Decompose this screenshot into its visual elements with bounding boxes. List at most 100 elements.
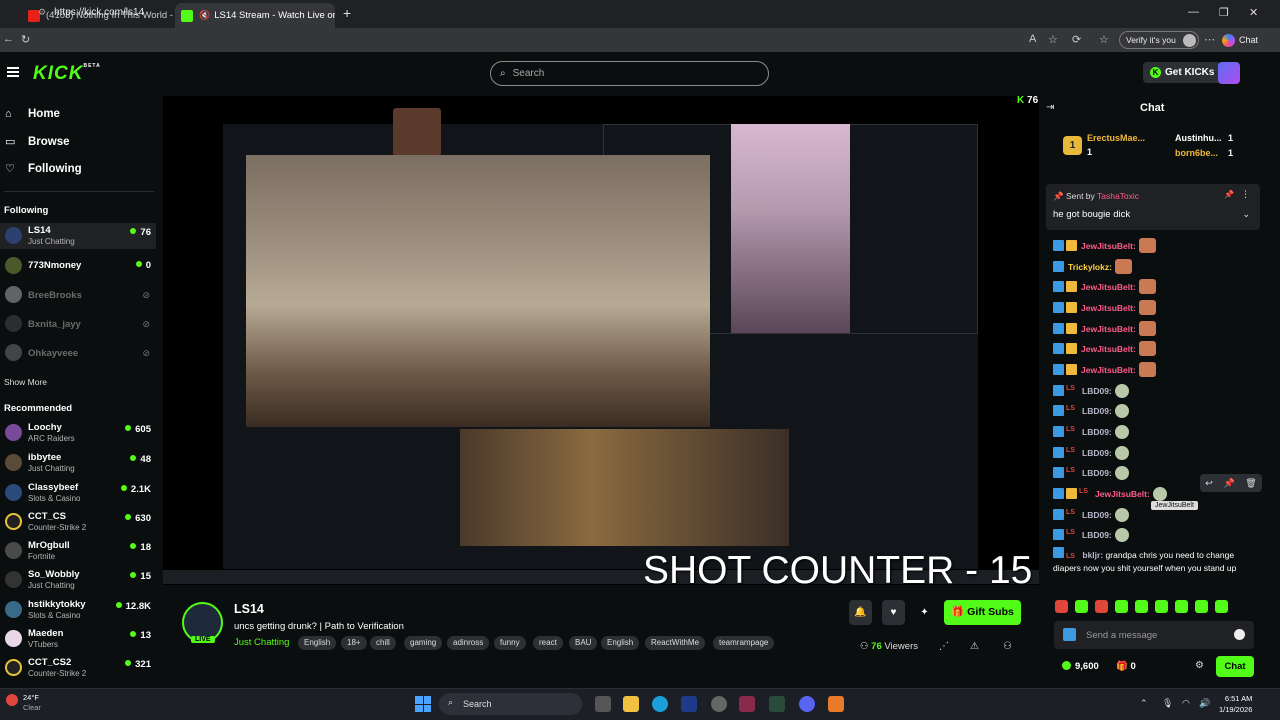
nav-browse[interactable]: ▭ Browse bbox=[5, 135, 70, 149]
chat-message[interactable]: JewJitsuBelt: bbox=[1053, 339, 1156, 358]
close-window-icon[interactable]: ✕ bbox=[1249, 6, 1258, 19]
video-player[interactable] bbox=[163, 96, 1039, 585]
user-avatar[interactable] bbox=[1218, 62, 1240, 84]
recommended-channel[interactable]: So_Wobbly Just Chatting 15 bbox=[0, 567, 156, 593]
favorite-star-icon[interactable]: ☆ bbox=[1048, 33, 1058, 46]
follow-heart-button[interactable]: ♥ bbox=[882, 600, 905, 625]
extensions-icon[interactable]: ⟳ bbox=[1072, 33, 1081, 46]
gifter-name[interactable]: Austinhu... bbox=[1175, 133, 1222, 143]
reload-icon[interactable]: ↻ bbox=[21, 33, 30, 46]
emote-icon[interactable] bbox=[1115, 600, 1128, 613]
tag[interactable]: react bbox=[533, 636, 563, 650]
task-view-icon[interactable] bbox=[595, 696, 611, 712]
chat-username[interactable]: JewJitsuBelt: bbox=[1081, 303, 1136, 313]
obs-icon[interactable] bbox=[739, 696, 755, 712]
chat-username[interactable]: JewJitsuBelt: bbox=[1081, 241, 1136, 251]
chat-message[interactable]: Trickylokz: bbox=[1053, 257, 1132, 276]
sparkle-button[interactable]: ✦ bbox=[913, 600, 936, 625]
recommended-channel[interactable]: hstikkytokky Slots & Casino 12.8K bbox=[0, 597, 156, 623]
nav-home[interactable]: ⌂ Home bbox=[5, 108, 60, 120]
chat-message[interactable]: LS LBD09: bbox=[1053, 422, 1129, 441]
chat-username[interactable]: LBD09: bbox=[1082, 427, 1112, 437]
weather-widget[interactable]: 24°F Clear bbox=[23, 693, 41, 713]
chat-message[interactable]: LS LBD09: bbox=[1053, 401, 1129, 420]
tag[interactable]: adinross bbox=[447, 636, 490, 650]
chat-message[interactable]: LS LBD09: bbox=[1053, 463, 1129, 482]
followed-channel-ls14[interactable]: LS14 Just Chatting 76 bbox=[0, 223, 156, 249]
share-icon[interactable]: ⋰ bbox=[939, 641, 949, 652]
tag[interactable]: English bbox=[298, 636, 337, 650]
recommended-channel[interactable]: MrOgbull Fortnite 18 bbox=[0, 538, 156, 564]
volume-icon[interactable]: 🔊 bbox=[1199, 698, 1210, 709]
more-menu-icon[interactable]: ⋯ bbox=[1204, 33, 1215, 46]
streamer-name[interactable]: LS14 bbox=[234, 602, 264, 616]
minimize-icon[interactable]: — bbox=[1188, 6, 1199, 18]
search-input[interactable]: ⌕ Search bbox=[490, 61, 769, 86]
app-icon[interactable] bbox=[769, 696, 785, 712]
emote-icon[interactable] bbox=[1195, 600, 1208, 613]
edge-icon[interactable] bbox=[652, 696, 668, 712]
chat-message[interactable]: JewJitsuBelt: bbox=[1053, 236, 1156, 255]
chat-username[interactable]: LBD09: bbox=[1082, 386, 1112, 396]
app-icon[interactable] bbox=[711, 696, 727, 712]
tag[interactable]: funny bbox=[494, 636, 526, 650]
file-explorer-icon[interactable] bbox=[623, 696, 639, 712]
send-chat-button[interactable]: Chat bbox=[1216, 656, 1254, 677]
chat-username[interactable]: Trickylokz: bbox=[1068, 262, 1112, 272]
followed-channel-ohkayveee[interactable]: Ohkayveee ⊘ bbox=[0, 340, 156, 366]
tag[interactable]: gaming bbox=[404, 636, 443, 650]
gift-subs-button[interactable]: 🎁 Gift Subs bbox=[944, 600, 1021, 625]
read-aloud-icon[interactable]: A bbox=[1029, 33, 1036, 45]
channel-points[interactable]: 9,600 bbox=[1062, 661, 1099, 672]
address-bar[interactable]: ⚙ https://kick.com/ls14 bbox=[38, 3, 1018, 21]
chat-username[interactable]: LBD09: bbox=[1082, 468, 1112, 478]
gift-counter[interactable]: 🎁 0 bbox=[1116, 661, 1136, 672]
app-icon[interactable] bbox=[828, 696, 844, 712]
copilot-chat-button[interactable]: Chat bbox=[1222, 31, 1258, 49]
delete-icon[interactable]: 🗑 bbox=[1245, 478, 1256, 489]
emote-icon[interactable] bbox=[1075, 600, 1088, 613]
tag[interactable]: teamrampage bbox=[713, 636, 775, 650]
tray-chevron-icon[interactable]: ⌃ bbox=[1140, 698, 1148, 709]
emoji-picker-icon[interactable] bbox=[1234, 629, 1245, 640]
chat-message[interactable]: JewJitsuBelt: bbox=[1053, 298, 1156, 317]
system-clock[interactable]: 6:51 AM 1/19/2026 bbox=[1219, 693, 1252, 715]
tag[interactable]: chill bbox=[370, 636, 396, 650]
chat-username[interactable]: JewJitsuBelt: bbox=[1081, 344, 1136, 354]
chat-message[interactable]: JewJitsuBelt: bbox=[1053, 277, 1156, 296]
more-options-icon[interactable]: ⋮ bbox=[1241, 189, 1250, 200]
recommended-channel[interactable]: CCT_CS Counter-Strike 2 630 bbox=[0, 509, 156, 535]
chat-username[interactable]: JewJitsuBelt: bbox=[1081, 365, 1136, 375]
chat-username[interactable]: LBD09: bbox=[1082, 530, 1112, 540]
emote-icon[interactable] bbox=[1095, 600, 1108, 613]
nav-following[interactable]: ♡ Following bbox=[5, 162, 82, 176]
mic-icon[interactable]: 🎙 bbox=[1162, 698, 1173, 709]
emote-icon[interactable] bbox=[1175, 600, 1188, 613]
followed-channel-bxnita-jayy[interactable]: Bxnita_jayy ⊘ bbox=[0, 311, 156, 337]
chat-username[interactable]: LBD09: bbox=[1082, 510, 1112, 520]
chat-username[interactable]: JewJitsuBelt: bbox=[1081, 282, 1136, 292]
recommended-channel[interactable]: CCT_CS2 Counter-Strike 2 321 bbox=[0, 655, 156, 681]
tag[interactable]: BAU bbox=[569, 636, 598, 650]
site-info-icon[interactable]: ⚙ bbox=[38, 7, 46, 18]
get-kicks-button[interactable]: K Get KICKs bbox=[1143, 62, 1222, 83]
collections-icon[interactable]: ☆ bbox=[1099, 33, 1109, 46]
recommended-channel[interactable]: ibbytee Just Chatting 48 bbox=[0, 450, 156, 476]
chat-message[interactable]: LS LBD09: bbox=[1053, 443, 1129, 462]
show-more-link[interactable]: Show More bbox=[4, 377, 47, 387]
chat-username[interactable]: JewJitsuBelt: bbox=[1081, 324, 1136, 334]
recommended-channel[interactable]: Loochy ARC Raiders 605 bbox=[0, 420, 156, 446]
add-user-icon[interactable]: ⚇ bbox=[1003, 641, 1012, 652]
chat-message[interactable]: LS JewJitsuBelt: bbox=[1053, 484, 1167, 503]
chat-message[interactable]: LS LBD09: bbox=[1053, 525, 1129, 544]
taskbar-search[interactable]: ⌕ Search bbox=[439, 693, 582, 715]
recommended-channel[interactable]: Maeden VTubers 13 bbox=[0, 626, 156, 652]
chat-message[interactable]: JewJitsuBelt: bbox=[1053, 319, 1156, 338]
followed-channel-breebrooks[interactable]: BreeBrooks ⊘ bbox=[0, 282, 156, 308]
top-gifter-name[interactable]: ErectusMae... bbox=[1087, 133, 1145, 143]
recommended-channel[interactable]: Classybeef Slots & Casino 2.1K bbox=[0, 480, 156, 506]
kick-logo[interactable]: KICKBETA bbox=[33, 63, 101, 85]
gifter-name[interactable]: born6be... bbox=[1175, 148, 1218, 158]
emote-icon[interactable] bbox=[1215, 600, 1228, 613]
chat-username[interactable]: LBD09: bbox=[1082, 406, 1112, 416]
